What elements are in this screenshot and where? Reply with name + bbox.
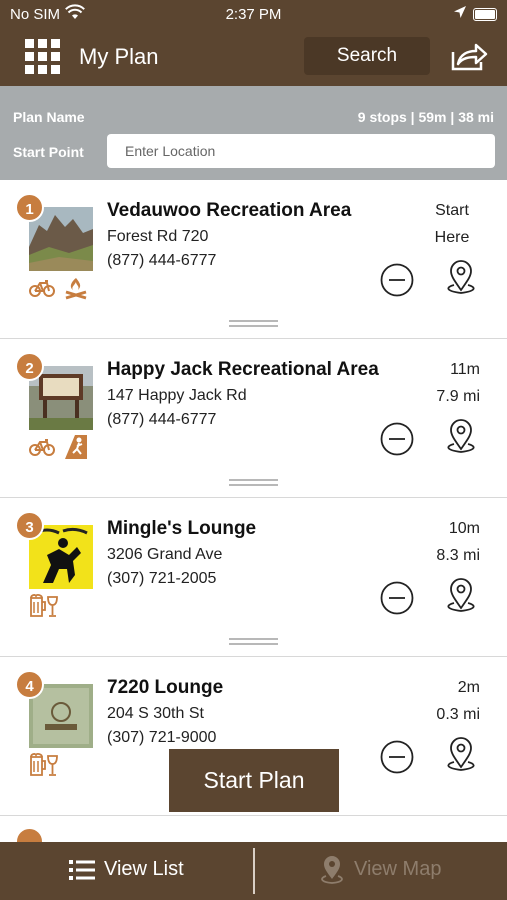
stop-time-label: Start <box>435 202 469 219</box>
map-pin-icon[interactable] <box>442 735 480 775</box>
plan-header: Plan Name 9 stops | 59m | 38 mi Start Po… <box>0 86 507 180</box>
start-point-label: Start Point <box>13 144 84 160</box>
tab-view-map-label: View Map <box>354 858 442 880</box>
stops-list[interactable]: 1 Vedauwoo Recreation Area Forest Rd 720… <box>0 180 507 842</box>
drag-handle[interactable] <box>229 479 278 487</box>
map-pin-icon[interactable] <box>442 258 480 298</box>
drag-handle[interactable] <box>229 638 278 646</box>
stop-name[interactable]: Mingle's Lounge <box>107 518 256 540</box>
bottom-tab-bar: View List View Map <box>0 842 507 900</box>
stop-phone[interactable]: (877) 444-6777 <box>107 252 216 270</box>
stop-phone[interactable]: (877) 444-6777 <box>107 411 216 429</box>
search-button[interactable]: Search <box>304 37 430 75</box>
start-plan-button[interactable]: Start Plan <box>169 749 339 812</box>
map-pin-icon[interactable] <box>442 417 480 457</box>
list-icon <box>69 860 95 880</box>
remove-stop-button[interactable] <box>380 263 414 297</box>
stop-name[interactable]: Vedauwoo Recreation Area <box>107 200 351 222</box>
stop-address: 204 S 30th St <box>107 705 204 722</box>
start-location-input[interactable] <box>107 134 495 168</box>
stop-distance-label: 8.3 mi <box>436 547 480 564</box>
stop-number-badge: 4 <box>15 670 44 699</box>
remove-stop-button[interactable] <box>380 581 414 615</box>
stop-address: 3206 Grand Ave <box>107 546 223 563</box>
beer-wine-icon <box>30 594 58 617</box>
beer-wine-icon <box>30 753 58 776</box>
stop-phone[interactable]: (307) 721-9000 <box>107 729 216 747</box>
map-pin-icon[interactable] <box>442 576 480 616</box>
battery-icon <box>473 8 497 21</box>
list-item[interactable]: 1 Vedauwoo Recreation Area Forest Rd 720… <box>0 180 507 339</box>
stop-time-label: 10m <box>448 520 480 537</box>
list-item[interactable]: 2 Happy Jack Recreational Area 147 Happy… <box>0 339 507 498</box>
tab-view-list[interactable]: View List <box>0 842 253 900</box>
stop-number-badge: 1 <box>15 193 44 222</box>
climbing-icon <box>65 435 87 459</box>
bike-icon <box>29 280 55 297</box>
bike-icon <box>29 439 55 456</box>
stop-number-badge-partial <box>15 827 44 842</box>
tab-view-list-label: View List <box>104 858 184 880</box>
drag-handle[interactable] <box>229 320 278 328</box>
stop-distance-label: Here <box>434 229 470 246</box>
stop-distance-label: 0.3 mi <box>436 706 480 723</box>
location-arrow-icon <box>454 6 466 18</box>
page-title: My Plan <box>79 44 159 69</box>
stop-phone[interactable]: (307) 721-2005 <box>107 570 216 588</box>
remove-stop-button[interactable] <box>380 422 414 456</box>
tab-view-map[interactable]: View Map <box>255 842 507 900</box>
clock: 2:37 PM <box>225 6 282 23</box>
plan-summary: 9 stops | 59m | 38 mi <box>357 109 494 125</box>
stop-name[interactable]: Happy Jack Recreational Area <box>107 359 379 381</box>
stop-address: 147 Happy Jack Rd <box>107 387 247 404</box>
stop-time-label: 11m <box>450 361 480 378</box>
remove-stop-button[interactable] <box>380 740 414 774</box>
stop-number-badge: 3 <box>15 511 44 540</box>
share-icon[interactable] <box>450 42 488 72</box>
stop-time-label: 2m <box>457 679 480 696</box>
list-item[interactable]: 3 Mingle's Lounge 3206 Grand Ave (307) 7… <box>0 498 507 657</box>
grid-menu-icon[interactable] <box>25 39 61 75</box>
status-bar: No SIM 2:37 PM <box>0 0 507 30</box>
stop-distance-label: 7.9 mi <box>436 388 480 405</box>
campfire-icon <box>65 278 87 300</box>
map-pin-icon <box>321 856 343 884</box>
stop-name[interactable]: 7220 Lounge <box>107 677 223 699</box>
nav-bar: My Plan Search <box>0 30 507 86</box>
stop-address: Forest Rd 720 <box>107 228 209 245</box>
stop-number-badge: 2 <box>15 352 44 381</box>
plan-name-label[interactable]: Plan Name <box>13 109 85 125</box>
